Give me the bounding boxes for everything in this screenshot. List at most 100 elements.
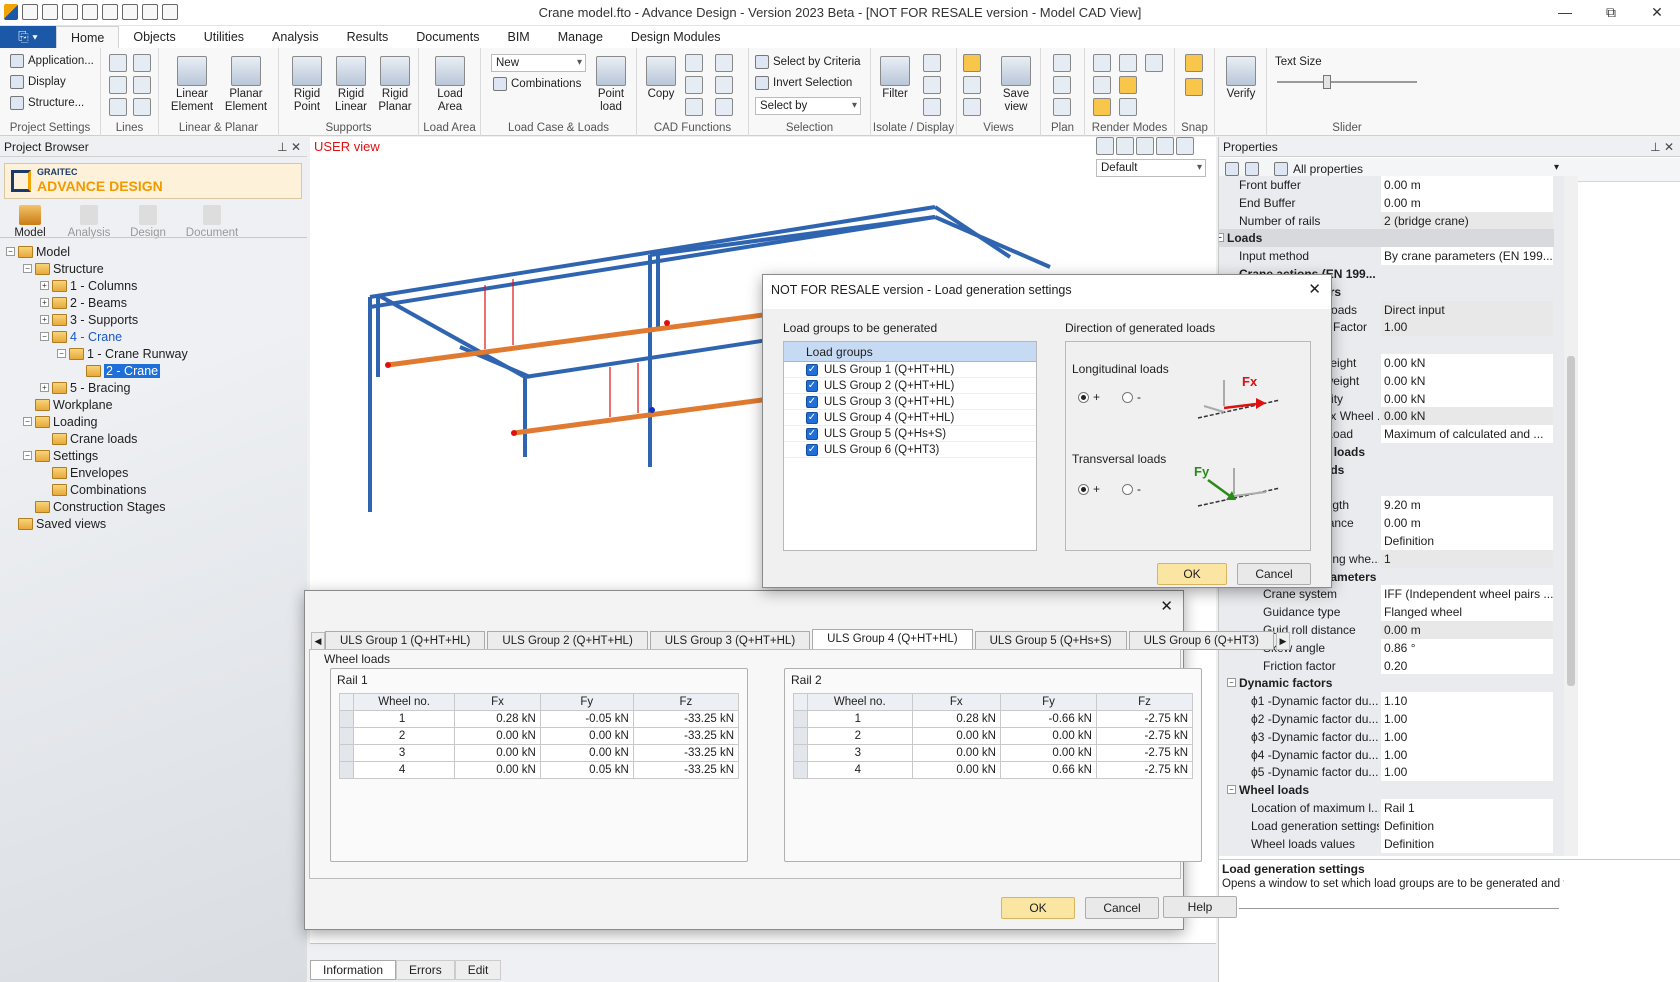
tab-design-modules[interactable]: Design Modules [617, 26, 735, 48]
arc-icon[interactable] [133, 76, 151, 94]
table-cell[interactable]: 0.00 kN [911, 761, 1001, 779]
tree-node[interactable]: Envelopes [40, 464, 128, 481]
property-expander-icon[interactable]: − [1219, 233, 1224, 243]
table-cell[interactable]: -0.66 kN [999, 710, 1097, 728]
load-group-tab[interactable]: ULS Group 2 (Q+HT+HL) [487, 631, 648, 650]
load-group-item[interactable]: ✓ ULS Group 2 (Q+HT+HL) [784, 378, 1036, 394]
property-row[interactable]: Guidance type Flanged wheel [1219, 603, 1554, 622]
load-group-tab[interactable]: ULS Group 1 (Q+HT+HL) [325, 631, 486, 650]
filter-dropdown-icon[interactable]: ▾ [1554, 162, 1559, 173]
category-icon[interactable] [1245, 162, 1259, 176]
tree-node[interactable]: 2 - Crane [74, 362, 161, 379]
structure-settings-button[interactable]: Structure... [10, 94, 84, 112]
expander-icon[interactable]: − [23, 417, 32, 426]
property-value[interactable] [1381, 336, 1553, 355]
mode-design[interactable]: Design [128, 205, 168, 239]
property-value[interactable]: By crane parameters (EN 199... [1381, 247, 1553, 266]
close-window-button[interactable]: ✕ [1634, 0, 1680, 26]
property-value[interactable]: 0.00 kN [1381, 389, 1553, 408]
slab-render-icon[interactable] [1119, 98, 1137, 116]
property-row[interactable]: − Loads [1219, 229, 1554, 248]
property-row[interactable]: ϕ3 -Dynamic factor du... 1.00 [1219, 727, 1554, 746]
move-icon[interactable] [685, 54, 703, 72]
property-value[interactable]: Rail 1 [1381, 799, 1553, 817]
tree-node[interactable]: +3 - Supports [40, 311, 138, 328]
mode-analysis[interactable]: Analysis [66, 205, 112, 239]
tab-errors[interactable]: Errors [396, 960, 455, 980]
tab-scroll-left-icon[interactable]: ◀ [311, 632, 325, 650]
property-expander-icon[interactable]: − [1227, 785, 1236, 795]
property-value[interactable]: 1.00 [1381, 745, 1553, 764]
table-cell[interactable]: -33.25 kN [632, 727, 740, 745]
verify-button[interactable]: Verify [1221, 56, 1261, 101]
property-row[interactable]: Wheel loads values Definition [1219, 834, 1554, 853]
view-cube-icon[interactable] [963, 76, 981, 94]
property-row[interactable]: − Dynamic factors [1219, 674, 1554, 693]
transversal-plus-radio[interactable]: + [1078, 482, 1100, 496]
display-settings-button[interactable]: Display [10, 73, 66, 91]
table-cell[interactable]: 0.66 kN [999, 761, 1097, 779]
cross-icon[interactable] [109, 54, 127, 72]
save-view-button[interactable]: Save view [997, 56, 1035, 114]
table-cell[interactable]: 0.00 kN [454, 744, 541, 762]
load-group-tab[interactable]: ULS Group 6 (Q+HT3) [1128, 631, 1274, 650]
expander-icon[interactable]: + [40, 298, 49, 307]
property-value[interactable]: 0.00 m [1381, 193, 1553, 212]
property-value[interactable]: Definition [1381, 816, 1553, 835]
beam-render-icon[interactable] [1093, 98, 1111, 116]
trim-icon[interactable] [715, 54, 733, 72]
table-cell[interactable]: 0.28 kN [911, 710, 1001, 728]
checkbox-checked-icon[interactable]: ✓ [806, 411, 818, 424]
copy-button[interactable]: Copy [643, 56, 679, 101]
property-value[interactable]: 0.00 m [1381, 621, 1553, 639]
tree-node[interactable]: +5 - Bracing [40, 379, 130, 396]
property-value[interactable]: 0.86 ° [1381, 638, 1553, 657]
application-menu-button[interactable]: ⎘ ▾ [0, 26, 56, 48]
load-group-item[interactable]: ✓ ULS Group 3 (Q+HT+HL) [784, 394, 1036, 410]
snap-magnet-icon[interactable] [1185, 54, 1203, 72]
table-cell[interactable]: 0.28 kN [454, 710, 541, 728]
application-settings-button[interactable]: Application... [10, 52, 94, 70]
property-value[interactable] [1381, 229, 1553, 248]
wheel-help-button[interactable]: Help [1163, 896, 1237, 918]
tab-edit[interactable]: Edit [454, 960, 502, 980]
properties-pin-close[interactable]: ⊥ ✕ [1650, 137, 1674, 157]
property-row[interactable]: − Wheel loads [1219, 781, 1554, 800]
property-value[interactable] [1381, 282, 1553, 301]
text-size-slider[interactable] [1323, 75, 1332, 89]
longitudinal-minus-radio[interactable]: - [1122, 390, 1141, 404]
rigid-planar-button[interactable]: Rigid Planar [375, 56, 415, 114]
table-cell[interactable]: -33.25 kN [632, 710, 740, 728]
property-value[interactable]: 1.10 [1381, 692, 1553, 711]
tree-node[interactable]: Combinations [40, 481, 146, 498]
expander-icon[interactable]: − [23, 451, 32, 460]
sort-icon[interactable] [1225, 162, 1239, 176]
table-row[interactable]: 4 0.00 kN 0.66 kN -2.75 kN [793, 761, 1194, 779]
properties-scrollbar[interactable] [1564, 176, 1578, 856]
properties-filter[interactable]: All properties [1293, 162, 1363, 176]
property-row[interactable]: Input method By crane parameters (EN 199.… [1219, 247, 1554, 266]
line-icon[interactable] [133, 54, 151, 72]
plan-layer-icon[interactable] [1053, 76, 1071, 94]
filter-button[interactable]: Filter [877, 56, 913, 101]
expander-icon[interactable]: − [57, 349, 66, 358]
tab-objects[interactable]: Objects [119, 26, 189, 48]
checkbox-checked-icon[interactable]: ✓ [806, 379, 818, 392]
wheel-cancel-button[interactable]: Cancel [1085, 897, 1159, 919]
wheel-ok-button[interactable]: OK [1001, 897, 1075, 919]
property-value[interactable] [1381, 478, 1553, 497]
table-cell[interactable]: 2 [352, 727, 456, 745]
row-header[interactable] [793, 710, 808, 728]
property-value[interactable]: 2 (bridge crane) [1381, 211, 1553, 230]
property-value[interactable]: 1 [1381, 549, 1553, 568]
property-row[interactable]: Location of maximum l... Rail 1 [1219, 799, 1554, 817]
perspective-icon[interactable] [963, 98, 981, 116]
tab-analysis[interactable]: Analysis [258, 26, 333, 48]
table-cell[interactable]: 0.00 kN [454, 727, 541, 745]
property-row[interactable]: Load generation settings Definition [1219, 816, 1554, 835]
expander-icon[interactable]: − [40, 332, 49, 341]
filter-properties-icon[interactable] [1274, 162, 1288, 176]
table-cell[interactable]: 0.00 kN [911, 727, 1001, 745]
checkbox-checked-icon[interactable]: ✓ [806, 395, 818, 408]
load-group-item[interactable]: ✓ ULS Group 1 (Q+HT+HL) [784, 362, 1036, 378]
